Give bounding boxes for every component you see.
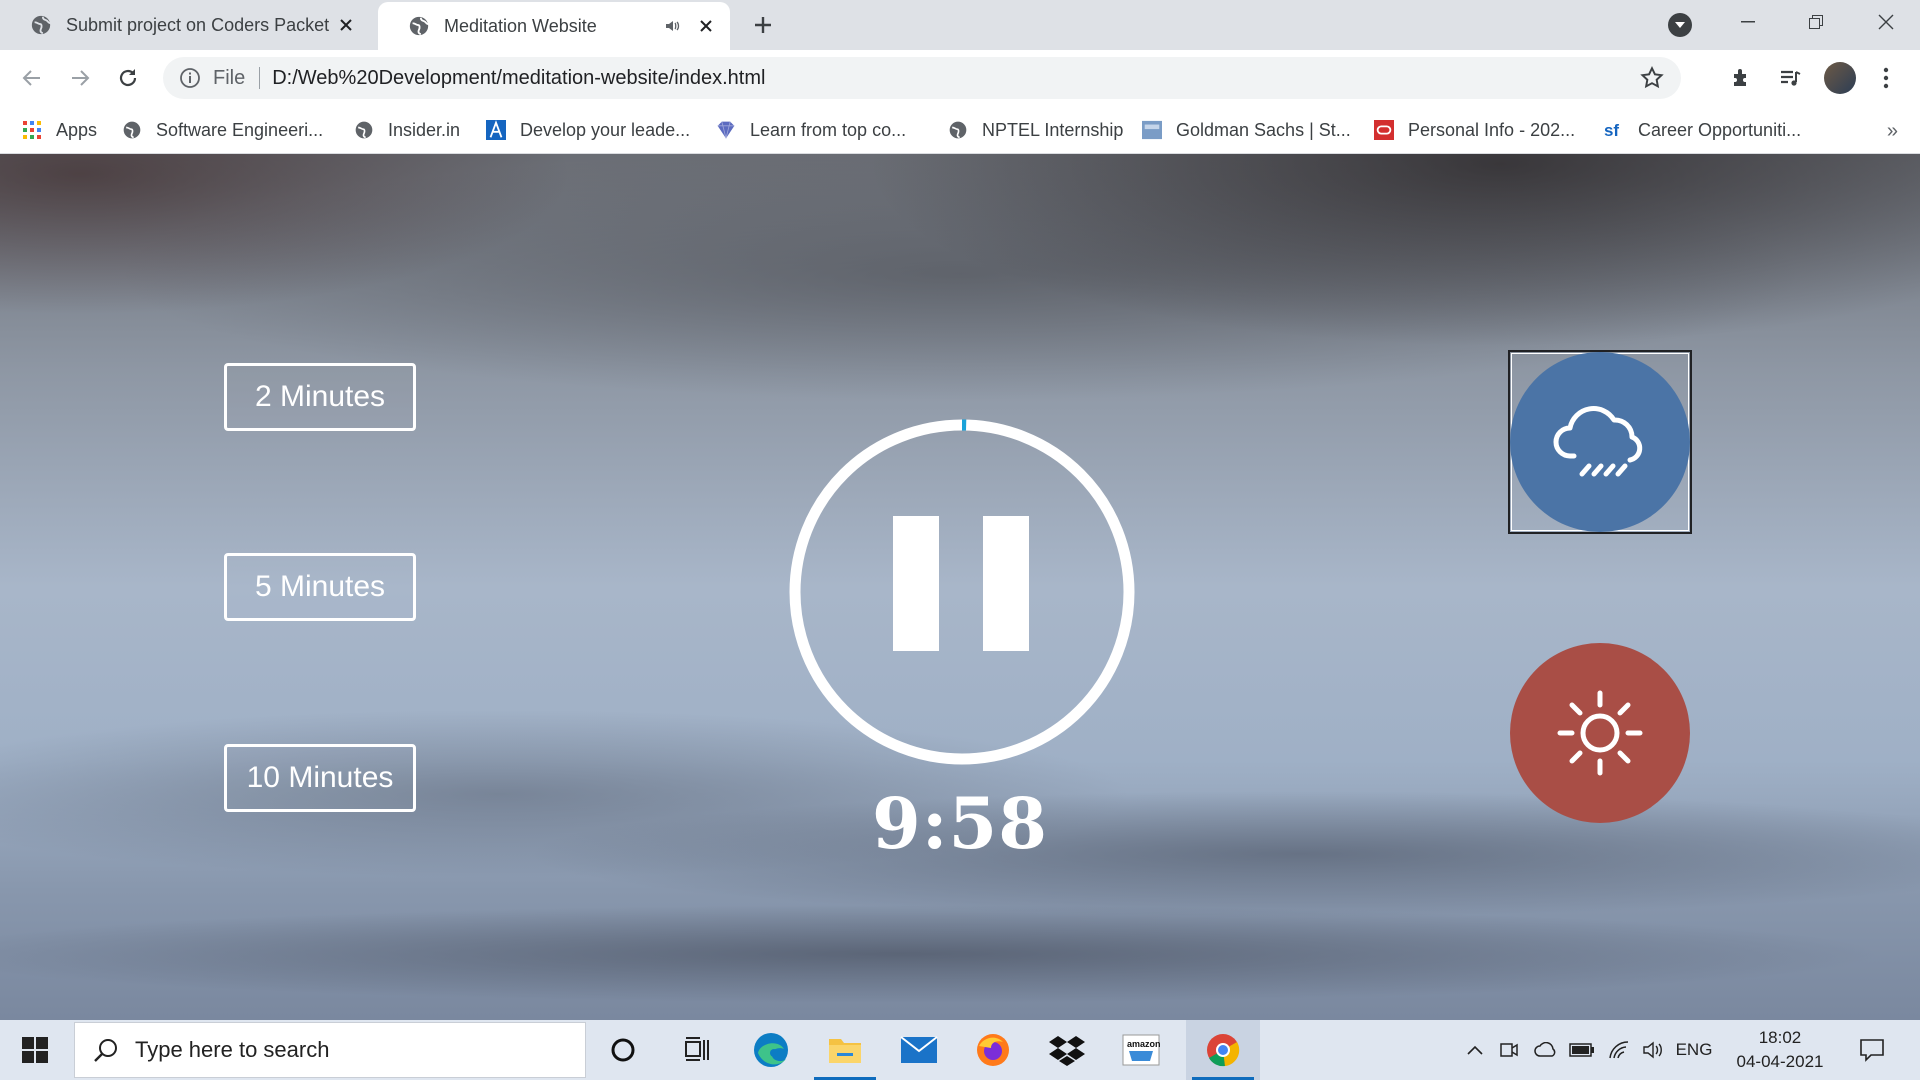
diamond-logo-icon: [716, 120, 736, 140]
clock-time: 18:02: [1758, 1028, 1802, 1047]
tab-search-chevron-icon[interactable]: [1668, 13, 1692, 37]
task-view-icon[interactable]: [660, 1020, 734, 1080]
bookmark-learn-from-top[interactable]: Learn from top co...: [716, 106, 906, 154]
globe-icon: [354, 120, 374, 140]
bookmark-software-engineering[interactable]: Software Engineeri...: [122, 106, 323, 154]
duration-10-minutes-button[interactable]: 10 Minutes: [224, 744, 416, 812]
bookmark-develop-leadership[interactable]: Develop your leade...: [486, 106, 690, 154]
close-window-icon[interactable]: [1852, 0, 1920, 44]
meet-now-icon[interactable]: [1494, 1020, 1524, 1080]
divider: [259, 67, 261, 89]
info-icon[interactable]: [179, 67, 201, 89]
tab-coders-packet[interactable]: Submit project on Coders Packet: [0, 0, 370, 50]
show-hidden-icons-chevron-icon[interactable]: [1460, 1020, 1490, 1080]
search-icon: [94, 1039, 117, 1062]
tab-title: Meditation Website: [444, 15, 597, 36]
close-icon[interactable]: [332, 11, 360, 39]
bookmark-label: Learn from top co...: [750, 119, 907, 140]
profile-avatar[interactable]: [1824, 62, 1856, 94]
audio-playing-icon[interactable]: [662, 15, 684, 37]
firefox-icon[interactable]: [956, 1020, 1030, 1080]
more-bookmarks-chevron-icon[interactable]: »: [1887, 120, 1898, 143]
bookmark-label: Career Opportuniti...: [1638, 119, 1802, 140]
search-placeholder: Type here to search: [135, 1037, 330, 1062]
clock-date: 04-04-2021: [1736, 1052, 1824, 1071]
globe-icon: [409, 16, 429, 36]
play-pause-player[interactable]: [782, 412, 1142, 772]
apps-grid-icon: [22, 120, 42, 140]
url-text[interactable]: D:/Web%20Development/meditation-website/…: [272, 67, 1639, 90]
minimize-icon[interactable]: [1714, 0, 1782, 44]
forward-arrow-icon[interactable]: [64, 62, 96, 94]
svg-text:sf: sf: [1604, 121, 1619, 140]
windows-start-icon[interactable]: [0, 1020, 70, 1080]
bookmark-label: Develop your leade...: [520, 119, 691, 140]
bookmark-goldman-sachs[interactable]: Goldman Sachs | St...: [1142, 106, 1351, 154]
edge-icon[interactable]: [734, 1020, 808, 1080]
amazon-icon[interactable]: amazon: [1104, 1020, 1178, 1080]
duration-2-minutes-button[interactable]: 2 Minutes: [224, 363, 416, 431]
oracle-logo-icon: [1374, 120, 1394, 140]
taskbar-search-box[interactable]: Type here to search: [74, 1022, 586, 1078]
bookmark-star-icon[interactable]: [1639, 65, 1665, 91]
a-logo-icon: [486, 120, 506, 140]
progress-ring: [789, 419, 1135, 765]
rain-sound-button[interactable]: [1510, 352, 1690, 532]
sun-icon: [1557, 690, 1643, 776]
system-clock[interactable]: 18:02 04-04-2021: [1720, 1026, 1840, 1074]
bookmark-label: NPTEL Internship: [982, 119, 1124, 140]
bookmark-insider[interactable]: Insider.in: [354, 106, 460, 154]
file-explorer-icon[interactable]: [808, 1020, 882, 1080]
scheme-label: File: [213, 66, 246, 89]
bookmark-label: Apps: [56, 119, 98, 140]
tab-meditation-website[interactable]: Meditation Website: [378, 2, 730, 50]
bookmarks-bar: Apps Software Engineeri... Insider.in De…: [0, 106, 1920, 154]
dropbox-icon[interactable]: [1030, 1020, 1104, 1080]
bookmark-career-opportunities[interactable]: sf Career Opportuniti...: [1604, 106, 1801, 154]
kebab-menu-icon[interactable]: [1872, 64, 1900, 92]
gs-logo-icon: [1142, 120, 1162, 140]
bookmark-label: Goldman Sachs | St...: [1176, 119, 1351, 140]
duration-5-minutes-button[interactable]: 5 Minutes: [224, 553, 416, 621]
sunny-sound-button[interactable]: [1510, 643, 1690, 823]
sf-logo-icon: sf: [1604, 120, 1624, 140]
wifi-icon[interactable]: [1604, 1020, 1634, 1080]
address-bar[interactable]: File D:/Web%20Development/meditation-web…: [163, 57, 1681, 99]
reload-icon[interactable]: [112, 62, 144, 94]
chrome-icon[interactable]: [1186, 1020, 1260, 1080]
onedrive-cloud-icon[interactable]: [1530, 1020, 1562, 1080]
bookmark-nptel[interactable]: NPTEL Internship: [948, 106, 1123, 154]
pause-icon[interactable]: [893, 516, 1029, 651]
bookmark-personal-info[interactable]: Personal Info - 202...: [1374, 106, 1575, 154]
meditation-page: 2 Minutes 5 Minutes 10 Minutes 9:58: [0, 154, 1920, 1020]
track-ring: [789, 419, 1135, 765]
svg-text:amazon: amazon: [1127, 1039, 1161, 1049]
windows-taskbar: Type here to search amazon ENG 18:02 04-…: [0, 1020, 1920, 1080]
close-icon[interactable]: [692, 12, 720, 40]
rain-cloud-icon: [1553, 406, 1643, 477]
media-control-icon[interactable]: [1776, 64, 1804, 92]
new-tab-plus-icon[interactable]: [748, 10, 778, 40]
notifications-icon[interactable]: [1852, 1020, 1892, 1080]
cortana-icon[interactable]: [586, 1020, 660, 1080]
restore-icon[interactable]: [1782, 0, 1850, 44]
countdown-timer: 9:58: [872, 782, 1048, 865]
globe-icon: [31, 15, 51, 35]
volume-icon[interactable]: [1638, 1020, 1668, 1080]
back-arrow-icon[interactable]: [16, 62, 48, 94]
bookmark-label: Software Engineeri...: [156, 119, 324, 140]
browser-toolbar: File D:/Web%20Development/meditation-web…: [0, 50, 1920, 106]
mail-icon[interactable]: [882, 1020, 956, 1080]
bookmark-label: Insider.in: [388, 119, 461, 140]
globe-icon: [948, 120, 968, 140]
tab-title: Submit project on Coders Packet: [66, 14, 330, 35]
language-indicator[interactable]: ENG: [1672, 1020, 1716, 1080]
bookmark-apps[interactable]: Apps: [22, 106, 97, 154]
bookmark-label: Personal Info - 202...: [1408, 119, 1576, 140]
extensions-puzzle-icon[interactable]: [1728, 64, 1756, 92]
battery-icon[interactable]: [1566, 1020, 1598, 1080]
globe-icon: [122, 120, 142, 140]
tab-strip: Submit project on Coders Packet Meditati…: [0, 0, 1920, 50]
